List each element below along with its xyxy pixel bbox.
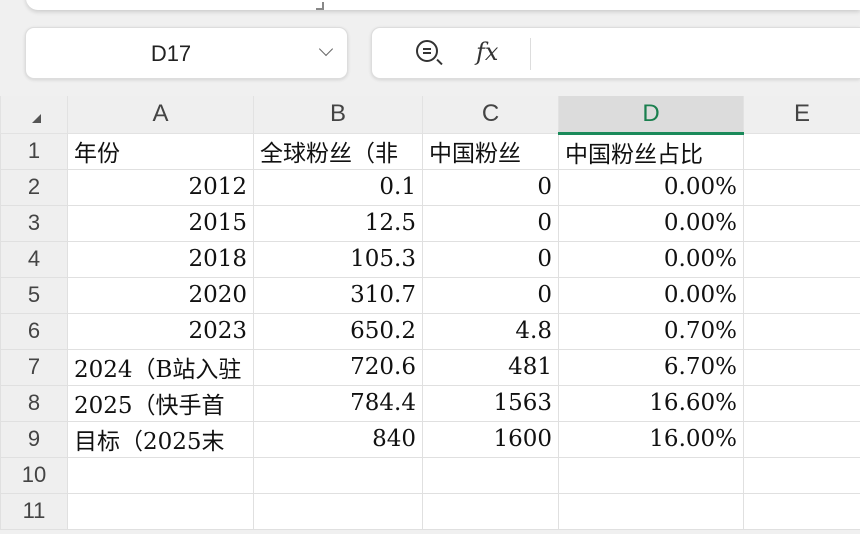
table-row: 11 bbox=[0, 492, 860, 530]
row-header-8[interactable]: 8 bbox=[0, 384, 68, 422]
cell-D5[interactable]: 0.00% bbox=[558, 276, 744, 314]
cell-A10[interactable] bbox=[67, 456, 254, 494]
cell-C5[interactable]: 0 bbox=[422, 276, 559, 314]
cell-D4[interactable]: 0.00% bbox=[558, 240, 744, 278]
cell-B9[interactable]: 840 bbox=[253, 420, 423, 458]
row-header-5[interactable]: 5 bbox=[0, 276, 68, 314]
cell-A7[interactable]: 2024（B站入驻 bbox=[67, 348, 254, 386]
name-box-value: D17 bbox=[150, 41, 192, 66]
column-header-a[interactable]: A bbox=[67, 96, 254, 134]
cell-C11[interactable] bbox=[422, 492, 559, 530]
table-row: 2 2012 0.1 0 0.00% bbox=[0, 168, 860, 206]
table-row: 1 年份 全球粉丝（非 中国粉丝 中国粉丝占比 bbox=[0, 132, 860, 170]
cell-E7[interactable] bbox=[743, 348, 860, 386]
cell-B11[interactable] bbox=[253, 492, 423, 530]
chevron-down-icon[interactable] bbox=[318, 41, 334, 57]
table-row: 10 bbox=[0, 456, 860, 494]
cell-D3[interactable]: 0.00% bbox=[558, 204, 744, 242]
row-header-10[interactable]: 10 bbox=[0, 456, 68, 494]
cell-B4[interactable]: 105.3 bbox=[253, 240, 423, 278]
table-row: 4 2018 105.3 0 0.00% bbox=[0, 240, 860, 278]
cell-A4[interactable]: 2018 bbox=[67, 240, 254, 278]
cell-D10[interactable] bbox=[558, 456, 744, 494]
cell-B7[interactable]: 720.6 bbox=[253, 348, 423, 386]
row-header-9[interactable]: 9 bbox=[0, 420, 68, 458]
cell-A9[interactable]: 目标（2025末 bbox=[67, 420, 254, 458]
spreadsheet-grid: ABCDE 1 年份 全球粉丝（非 中国粉丝 中国粉丝占比 2 2012 0.1 0 0.00% 3… bbox=[0, 96, 860, 530]
row-header-2[interactable]: 2 bbox=[0, 168, 68, 206]
cell-B8[interactable]: 784.4 bbox=[253, 384, 423, 422]
table-row: 9 目标（2025末 840 1600 16.00% bbox=[0, 420, 860, 458]
cell-C2[interactable]: 0 bbox=[422, 168, 559, 206]
cell-C7[interactable]: 481 bbox=[422, 348, 559, 386]
formula-bar[interactable]: fx bbox=[371, 27, 860, 79]
cell-D7[interactable]: 6.70% bbox=[558, 348, 744, 386]
cell-D1[interactable]: 中国粉丝占比 bbox=[558, 132, 744, 170]
cell-E11[interactable] bbox=[743, 492, 860, 530]
cell-A5[interactable]: 2020 bbox=[67, 276, 254, 314]
cell-C3[interactable]: 0 bbox=[422, 204, 559, 242]
row-header-1[interactable]: 1 bbox=[0, 132, 68, 170]
cell-D11[interactable] bbox=[558, 492, 744, 530]
cell-B1[interactable]: 全球粉丝（非 bbox=[253, 132, 423, 170]
divider bbox=[530, 38, 531, 70]
cell-E2[interactable] bbox=[743, 168, 860, 206]
select-all-icon bbox=[32, 113, 41, 123]
select-all-button[interactable] bbox=[0, 96, 68, 134]
cell-C6[interactable]: 4.8 bbox=[422, 312, 559, 350]
cell-D9[interactable]: 16.00% bbox=[558, 420, 744, 458]
cell-C1[interactable]: 中国粉丝 bbox=[422, 132, 559, 170]
cell-A8[interactable]: 2025（快手首 bbox=[67, 384, 254, 422]
column-header-e[interactable]: E bbox=[743, 96, 860, 134]
row-header-3[interactable]: 3 bbox=[0, 204, 68, 242]
cell-D2[interactable]: 0.00% bbox=[558, 168, 744, 206]
cell-C4[interactable]: 0 bbox=[422, 240, 559, 278]
resize-handle-icon[interactable] bbox=[316, 2, 324, 10]
cell-C10[interactable] bbox=[422, 456, 559, 494]
zoom-icon[interactable] bbox=[416, 40, 438, 62]
table-row: 8 2025（快手首 784.4 1563 16.60% bbox=[0, 384, 860, 422]
cell-B10[interactable] bbox=[253, 456, 423, 494]
cell-D8[interactable]: 16.60% bbox=[558, 384, 744, 422]
cell-E8[interactable] bbox=[743, 384, 860, 422]
column-header-b[interactable]: B bbox=[253, 96, 423, 134]
name-box[interactable]: D17 bbox=[25, 27, 348, 79]
cell-A6[interactable]: 2023 bbox=[67, 312, 254, 350]
column-header-c[interactable]: C bbox=[422, 96, 559, 134]
cell-C8[interactable]: 1563 bbox=[422, 384, 559, 422]
cell-A3[interactable]: 2015 bbox=[67, 204, 254, 242]
cell-E6[interactable] bbox=[743, 312, 860, 350]
cell-E5[interactable] bbox=[743, 276, 860, 314]
cell-A2[interactable]: 2012 bbox=[67, 168, 254, 206]
table-row: 7 2024（B站入驻 720.6 481 6.70% bbox=[0, 348, 860, 386]
row-header-4[interactable]: 4 bbox=[0, 240, 68, 278]
cell-B5[interactable]: 310.7 bbox=[253, 276, 423, 314]
function-icon[interactable]: fx bbox=[476, 38, 498, 66]
top-panel bbox=[26, 0, 860, 10]
cell-B3[interactable]: 12.5 bbox=[253, 204, 423, 242]
cell-E3[interactable] bbox=[743, 204, 860, 242]
cell-E4[interactable] bbox=[743, 240, 860, 278]
column-header-d[interactable]: D bbox=[558, 96, 744, 135]
cell-A1[interactable]: 年份 bbox=[67, 132, 254, 170]
cell-E10[interactable] bbox=[743, 456, 860, 494]
cell-A11[interactable] bbox=[67, 492, 254, 530]
table-row: 5 2020 310.7 0 0.00% bbox=[0, 276, 860, 314]
row-header-7[interactable]: 7 bbox=[0, 348, 68, 386]
cell-E1[interactable] bbox=[743, 132, 860, 170]
table-row: 6 2023 650.2 4.8 0.70% bbox=[0, 312, 860, 350]
row-header-11[interactable]: 11 bbox=[0, 492, 68, 530]
cell-B2[interactable]: 0.1 bbox=[253, 168, 423, 206]
cell-E9[interactable] bbox=[743, 420, 860, 458]
cell-C9[interactable]: 1600 bbox=[422, 420, 559, 458]
table-row: 3 2015 12.5 0 0.00% bbox=[0, 204, 860, 242]
row-header-6[interactable]: 6 bbox=[0, 312, 68, 350]
cell-D6[interactable]: 0.70% bbox=[558, 312, 744, 350]
cell-B6[interactable]: 650.2 bbox=[253, 312, 423, 350]
